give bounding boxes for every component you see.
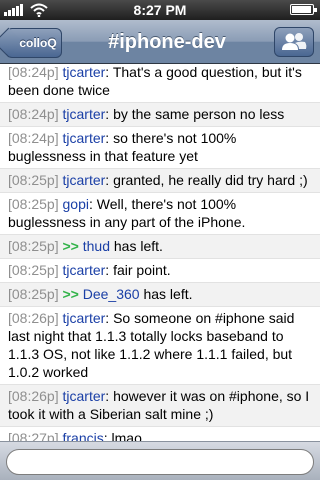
back-button[interactable]: colloQ [0,27,62,58]
timestamp: [08:24p] [8,106,59,122]
nickname[interactable]: gopi [63,196,89,212]
message-row: [08:24p] tjcarter: That's a good questio… [0,64,320,103]
message-row: [08:25p] gopi: Well, there's not 100% bu… [0,193,320,235]
message-row: [08:25p] tjcarter: granted, he really di… [0,169,320,193]
people-icon [282,33,307,50]
event-arrow-icon: >> [62,238,79,254]
message-input[interactable] [6,449,314,475]
timestamp: [08:25p] [8,286,59,302]
event-text: has left. [143,286,193,302]
message-row: [08:26p] tjcarter: So someone on #iphone… [0,307,320,385]
message-text: lmao [111,430,142,441]
channel-title: #iphone-dev [108,31,226,53]
timestamp: [08:25p] [8,172,59,188]
timestamp: [08:25p] [8,196,59,212]
message-list[interactable]: [08:24p] tjcarter: That's a good questio… [0,64,320,441]
message-row: [08:24p] tjcarter: so there's not 100% b… [0,127,320,169]
timestamp: [08:26p] [8,310,59,326]
message-text: fair point. [113,262,171,278]
nickname[interactable]: tjcarter [63,106,106,122]
nickname[interactable]: tjcarter [63,172,106,188]
event-row: [08:25p] >> Dee_360 has left. [0,283,320,307]
nickname[interactable]: tjcarter [63,130,106,146]
battery-icon [290,4,317,15]
members-button[interactable] [274,27,314,57]
message-row: [08:24p] tjcarter: by the same person no… [0,103,320,127]
message-row: [08:25p] tjcarter: fair point. [0,259,320,283]
event-arrow-icon: >> [62,286,79,302]
nav-bar: colloQ #iphone-dev [0,20,320,64]
message-row: [08:26p] tjcarter: however it was on #ip… [0,385,320,427]
timestamp: [08:25p] [8,238,59,254]
nickname[interactable]: Dee_360 [83,286,140,302]
message-row: [08:27p] francis: lmao [0,427,320,441]
message-text: granted, he really did try hard ;) [113,172,308,188]
timestamp: [08:24p] [8,64,59,80]
nickname[interactable]: tjcarter [63,64,106,80]
nickname[interactable]: francis [63,430,104,441]
nickname[interactable]: tjcarter [63,310,106,326]
message-text: by the same person no less [113,106,285,122]
event-row: [08:25p] >> thud has left. [0,235,320,259]
nickname[interactable]: tjcarter [63,388,106,404]
input-bar [0,441,320,480]
timestamp: [08:25p] [8,262,59,278]
nickname[interactable]: thud [83,238,110,254]
nickname[interactable]: tjcarter [63,262,106,278]
back-button-label: colloQ [19,36,57,50]
status-bar: 8:27 PM [0,0,320,20]
status-time: 8:27 PM [133,2,187,18]
timestamp: [08:27p] [8,430,59,441]
event-text: has left. [113,238,163,254]
timestamp: [08:24p] [8,130,59,146]
timestamp: [08:26p] [8,388,59,404]
